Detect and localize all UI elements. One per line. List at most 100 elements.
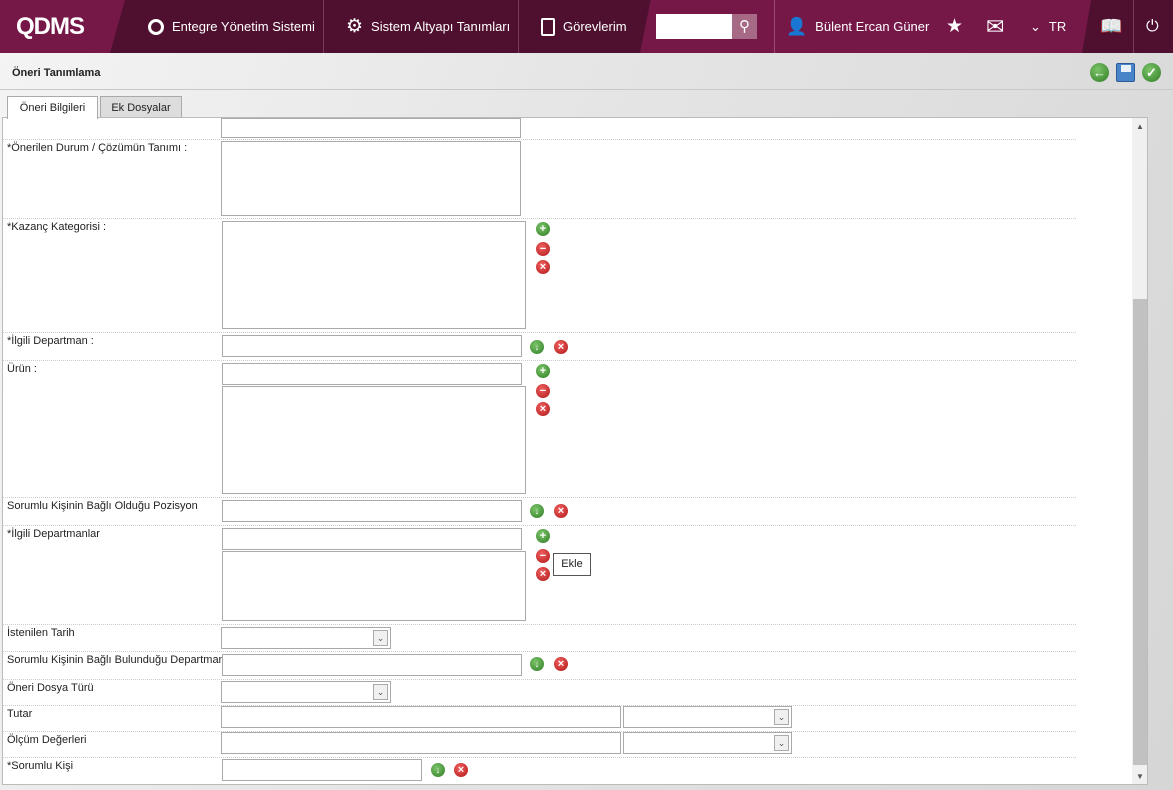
- urun-input[interactable]: [222, 363, 522, 385]
- power-icon: ⏻: [1146, 17, 1159, 35]
- q-icon: [148, 18, 164, 35]
- label-dosya-turu: Öneri Dosya Türü: [7, 682, 94, 694]
- ilgili-departmanlar-list[interactable]: [222, 551, 526, 621]
- clipboard-icon: [541, 17, 555, 36]
- row-divider: [3, 497, 1076, 498]
- clear-icon[interactable]: ×: [554, 504, 568, 518]
- chevron-down-icon: ⌄: [373, 630, 388, 646]
- istenilen-tarih-select[interactable]: ⌄: [221, 627, 391, 649]
- book-icon: 📖: [1100, 16, 1123, 36]
- nav-divider: [518, 0, 519, 53]
- logout-button[interactable]: ⏻: [1146, 0, 1159, 53]
- remove-icon[interactable]: −: [536, 242, 550, 256]
- scrollbar-thumb[interactable]: [1133, 299, 1147, 765]
- chevron-down-icon: ⌄: [774, 735, 789, 751]
- sorumlu-departman-input[interactable]: [222, 654, 522, 676]
- label-istenilen-tarih: İstenilen Tarih: [7, 627, 75, 639]
- form-panel: *Önerilen Durum / Çözümün Tanımı : *Kaza…: [2, 117, 1148, 785]
- nav-divider: [323, 0, 324, 53]
- add-icon[interactable]: +: [536, 364, 550, 378]
- dosya-turu-select[interactable]: ⌄: [221, 681, 391, 703]
- select-down-icon[interactable]: ↓: [530, 657, 544, 671]
- row-divider: [3, 332, 1076, 333]
- nav-sistem[interactable]: ⚙ Sistem Altyapı Tanımları: [346, 0, 510, 53]
- olcum-unit-select[interactable]: ⌄: [623, 732, 792, 754]
- clear-icon[interactable]: ×: [536, 402, 550, 416]
- nav-divider: [774, 0, 775, 53]
- label-tutar: Tutar: [7, 708, 33, 720]
- scrollbar[interactable]: ▲ ▼: [1132, 118, 1147, 784]
- check-icon: ✓: [1146, 65, 1157, 80]
- select-down-icon[interactable]: ↓: [530, 340, 544, 354]
- save-button[interactable]: [1116, 63, 1135, 82]
- mail-icon: ✉: [986, 13, 1005, 39]
- remove-icon[interactable]: −: [536, 549, 550, 563]
- chevron-down-icon: ⌄: [1030, 18, 1041, 34]
- label-ilgili-departman: *İlgili Departman :: [7, 335, 94, 347]
- label-sorumlu-kisi: *Sorumlu Kişi: [7, 760, 74, 772]
- row-divider: [3, 139, 1076, 140]
- language-select[interactable]: ⌄ TR: [1030, 0, 1066, 53]
- ilgili-departman-input[interactable]: [222, 335, 522, 357]
- add-icon[interactable]: +: [536, 529, 550, 543]
- sorumlu-pozisyon-input[interactable]: [222, 500, 522, 522]
- row-divider: [3, 525, 1076, 526]
- row-divider: [3, 218, 1076, 219]
- help-area: [1082, 0, 1173, 53]
- favorites-button[interactable]: ★: [946, 0, 963, 53]
- clear-icon[interactable]: ×: [554, 340, 568, 354]
- qdms-logo[interactable]: QDMS: [16, 0, 85, 53]
- select-down-icon[interactable]: ↓: [431, 763, 445, 777]
- label-urun: Ürün :: [7, 363, 37, 375]
- label-ilgili-departmanlar: *İlgili Departmanlar: [7, 528, 100, 540]
- arrow-left-icon: ←: [1093, 65, 1106, 80]
- label-onerilen-durum: *Önerilen Durum / Çözümün Tanımı :: [7, 142, 188, 154]
- tab-ek-dosyalar[interactable]: Ek Dosyalar: [100, 96, 182, 118]
- row-divider: [3, 757, 1076, 758]
- kazanc-list[interactable]: [222, 221, 526, 329]
- add-icon[interactable]: +: [536, 222, 550, 236]
- search-button[interactable]: ⚲: [732, 14, 757, 39]
- select-down-icon[interactable]: ↓: [530, 504, 544, 518]
- ilgili-departmanlar-input[interactable]: [222, 528, 522, 550]
- clear-icon[interactable]: ×: [536, 567, 550, 581]
- scroll-up-icon[interactable]: ▲: [1136, 122, 1144, 131]
- row-divider: [3, 651, 1076, 652]
- nav-gorevlerim[interactable]: Görevlerim: [541, 0, 627, 53]
- chevron-down-icon: ⌄: [373, 684, 388, 700]
- top-navbar: QDMS Entegre Yönetim Sistemi ⚙ Sistem Alt…: [0, 0, 1173, 53]
- back-button[interactable]: ←: [1090, 63, 1109, 82]
- label-olcum: Ölçüm Değerleri: [7, 734, 87, 746]
- onerilen-durum-textarea[interactable]: [221, 141, 521, 216]
- approve-button[interactable]: ✓: [1142, 63, 1161, 82]
- scroll-down-icon[interactable]: ▼: [1136, 772, 1144, 781]
- page-header: Öneri Tanımlama ← ✓: [0, 54, 1173, 90]
- clear-icon[interactable]: ×: [454, 763, 468, 777]
- search-input[interactable]: [656, 14, 732, 39]
- tutar-unit-select[interactable]: ⌄: [623, 706, 792, 728]
- user-menu[interactable]: 👤 Bülent Ercan Güner: [786, 0, 929, 53]
- page-title: Öneri Tanımlama: [12, 67, 101, 79]
- olcum-input[interactable]: [221, 732, 621, 754]
- help-button[interactable]: 📖: [1100, 0, 1122, 53]
- tab-oneri-bilgileri[interactable]: Öneri Bilgileri: [7, 96, 98, 119]
- nav-entegre[interactable]: Entegre Yönetim Sistemi: [148, 0, 315, 53]
- tooltip: Ekle: [553, 553, 591, 576]
- label-sorumlu-pozisyon: Sorumlu Kişinin Bağlı Olduğu Pozisyon: [7, 500, 198, 512]
- label-kazanc: *Kazanç Kategorisi :: [7, 221, 107, 233]
- gear-icon: ⚙: [346, 16, 364, 37]
- chevron-down-icon: ⌄: [774, 709, 789, 725]
- urun-list[interactable]: [222, 386, 526, 494]
- user-icon: 👤: [786, 16, 808, 36]
- row-divider: [3, 679, 1076, 680]
- search-icon: ⚲: [739, 18, 750, 35]
- remove-icon[interactable]: −: [536, 384, 550, 398]
- label-sorumlu-departman: Sorumlu Kişinin Bağlı Bulunduğu Departma…: [7, 654, 225, 666]
- previous-field-input[interactable]: [221, 118, 521, 138]
- sorumlu-kisi-input[interactable]: [222, 759, 422, 781]
- tutar-input[interactable]: [221, 706, 621, 728]
- star-icon: ★: [946, 16, 964, 37]
- messages-button[interactable]: ✉: [986, 0, 1004, 53]
- clear-icon[interactable]: ×: [554, 657, 568, 671]
- clear-icon[interactable]: ×: [536, 260, 550, 274]
